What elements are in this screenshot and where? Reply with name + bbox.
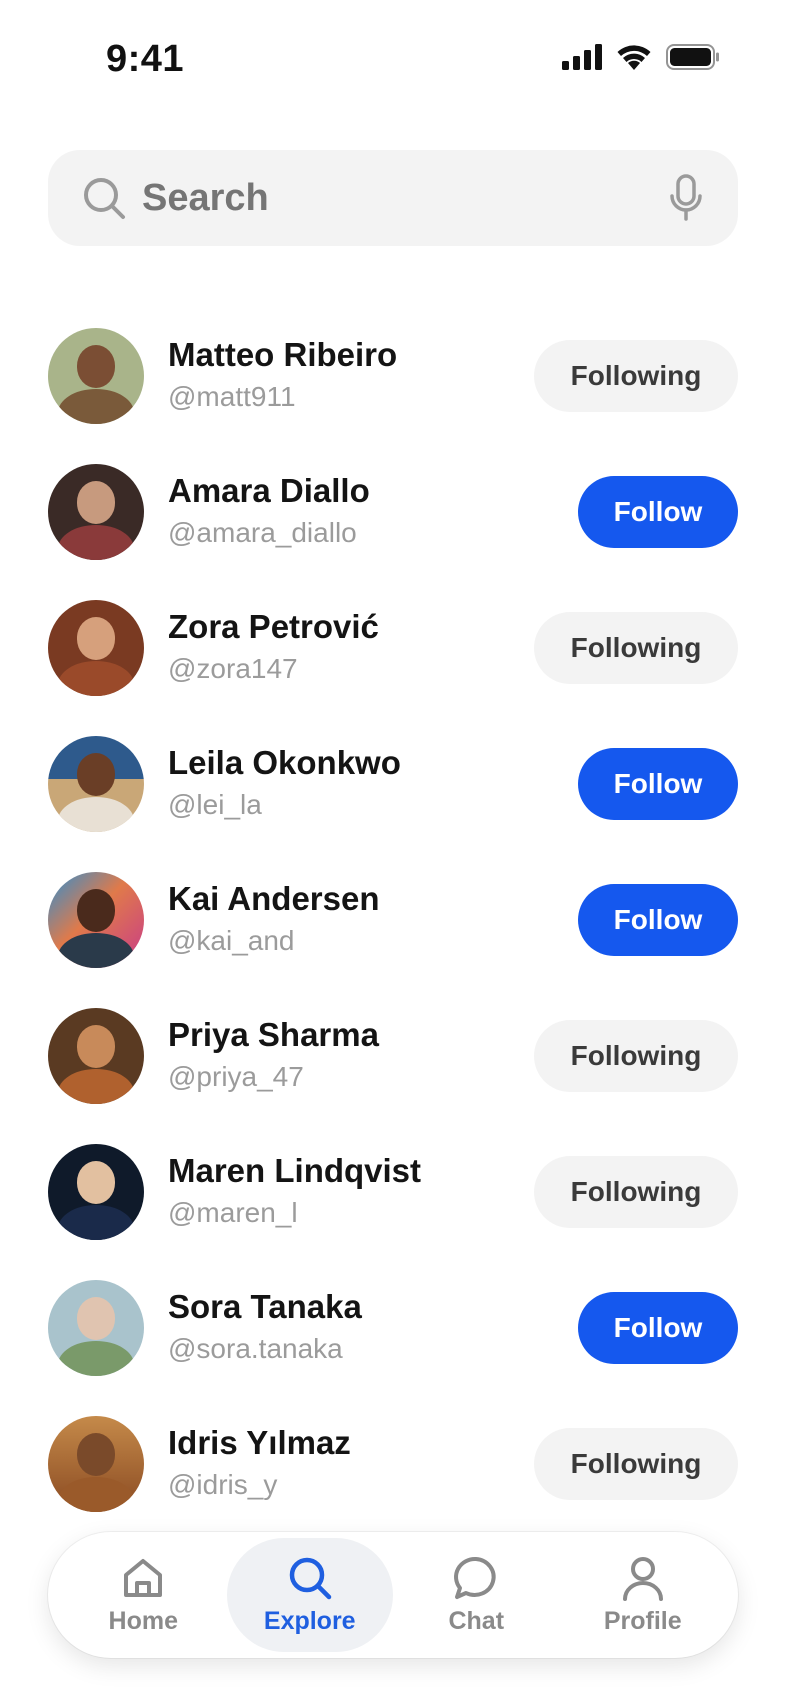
avatar[interactable] — [48, 872, 144, 968]
following-button[interactable]: Following — [534, 340, 738, 412]
tab-label: Home — [108, 1606, 178, 1635]
search-icon — [289, 1557, 331, 1599]
tab-profile[interactable]: Profile — [560, 1538, 727, 1652]
following-button[interactable]: Following — [534, 1156, 738, 1228]
user-row[interactable]: Leila Okonkwo @lei_la Follow — [48, 716, 738, 852]
microphone-icon[interactable] — [668, 174, 704, 222]
tab-chat[interactable]: Chat — [393, 1538, 560, 1652]
status-icons — [562, 44, 720, 70]
user-row[interactable]: Priya Sharma @priya_47 Following — [48, 988, 738, 1124]
chat-bubble-icon — [454, 1556, 496, 1599]
tab-home[interactable]: Home — [60, 1538, 227, 1652]
user-row[interactable]: Zora Petrović @zora147 Following — [48, 580, 738, 716]
user-list: Matteo Ribeiro @matt911 Following Amara … — [48, 308, 738, 1532]
avatar[interactable] — [48, 600, 144, 696]
avatar[interactable] — [48, 1144, 144, 1240]
home-icon — [124, 1558, 163, 1597]
follow-button[interactable]: Follow — [578, 476, 738, 548]
user-row[interactable]: Kai Andersen @kai_and Follow — [48, 852, 738, 988]
tab-label: Explore — [263, 1606, 356, 1635]
following-button[interactable]: Following — [534, 1020, 738, 1092]
tab-label: Profile — [603, 1606, 682, 1635]
follow-button[interactable]: Follow — [578, 884, 738, 956]
cellular-signal-icon — [562, 44, 602, 70]
avatar[interactable] — [48, 328, 144, 424]
tab-explore[interactable]: Explore — [226, 1538, 393, 1652]
avatar[interactable] — [48, 1416, 144, 1512]
avatar[interactable] — [48, 736, 144, 832]
search-bar[interactable] — [48, 150, 738, 246]
user-row[interactable]: Maren Lindqvist @maren_l Following — [48, 1124, 738, 1260]
following-button[interactable]: Following — [534, 1428, 738, 1500]
user-row[interactable]: Idris Yılmaz @idris_y Following — [48, 1396, 738, 1532]
avatar[interactable] — [48, 1280, 144, 1376]
avatar[interactable] — [48, 1008, 144, 1104]
user-row[interactable]: Sora Tanaka @sora.tanaka Follow — [48, 1260, 738, 1396]
tab-label: Chat — [448, 1606, 505, 1635]
avatar[interactable] — [48, 464, 144, 560]
status-bar: 9:41 — [0, 0, 786, 120]
battery-icon — [666, 44, 719, 70]
user-row[interactable]: Amara Diallo @amara_diallo Follow — [48, 444, 738, 580]
follow-button[interactable]: Follow — [578, 748, 738, 820]
search-input[interactable] — [142, 176, 668, 220]
search-icon — [84, 178, 125, 219]
following-button[interactable]: Following — [534, 612, 738, 684]
status-time: 9:41 — [106, 38, 185, 80]
user-row[interactable]: Matteo Ribeiro @matt911 Following — [48, 308, 738, 444]
bottom-tab-bar: Home Explore Chat Profile — [48, 1532, 738, 1658]
wifi-icon — [617, 45, 651, 70]
person-icon — [622, 1556, 663, 1601]
follow-button[interactable]: Follow — [578, 1292, 738, 1364]
